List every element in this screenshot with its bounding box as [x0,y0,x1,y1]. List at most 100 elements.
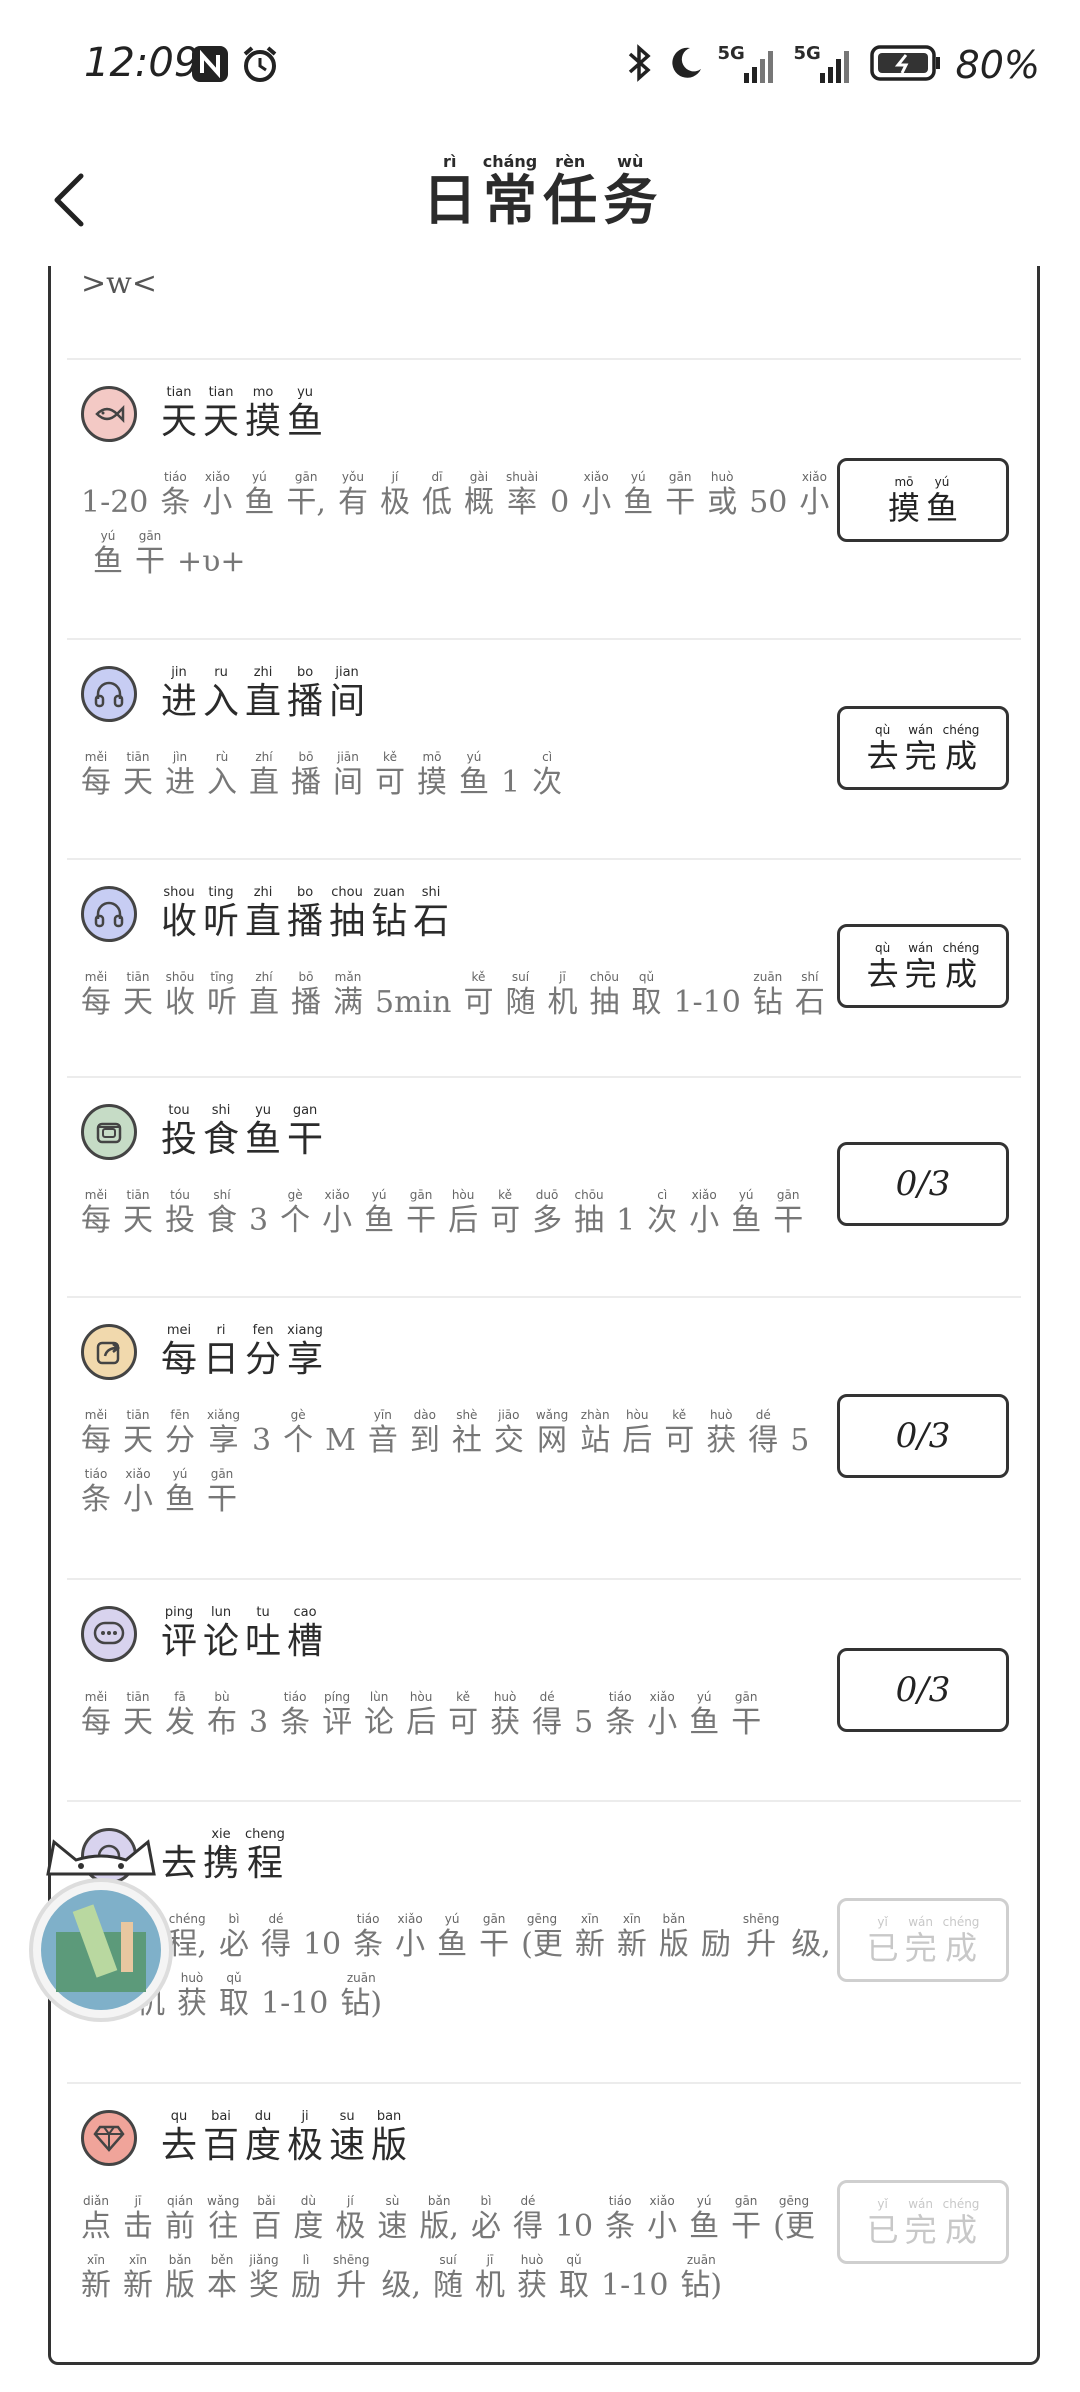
hanzi: 后 [406,1705,437,1740]
pinyin: xie [211,1827,231,1842]
hanzi: 天 [123,765,153,800]
hanzi: 小 [647,1705,678,1740]
completed-button[interactable]: yǐ 已 wán 完 chéng 成 [837,2180,1009,2264]
divider [67,1578,1021,1580]
task-name: tian 天 tian 天 mo 摸 yu 鱼 [161,384,323,442]
task-desc-char: dào 到 [410,1406,440,1457]
hanzi: 站 [580,1423,611,1458]
pinyin: kě [672,1408,687,1422]
task-desc-char: běn 本 [207,2251,237,2302]
hanzi: 必 [218,1927,249,1962]
task-desc-char: mō 摸 [417,748,447,799]
hanzi: 小 [581,485,612,520]
pinyin: yú [630,470,646,484]
task-desc-char: bì 必 [219,1910,249,1961]
pinyin: duō [535,1188,559,1202]
pinyin: běn [210,2253,234,2267]
fish-icon [81,385,137,442]
task-name-char: bai 百 [203,2108,239,2166]
hanzi: 往 [208,2209,239,2244]
pinyin: wǎng [207,2194,240,2208]
task-desc-char: gān 干 [665,468,695,519]
task-name-char: tian 天 [203,384,239,442]
hanzi: 完 [904,2211,937,2250]
pinyin: qǔ [566,2253,582,2267]
task-desc-char: dé 得 [513,2192,543,2243]
task-desc-char: tiáo 条 [160,468,190,519]
hanzi: 鱼 [689,1705,720,1740]
hanzi: 评 [322,1705,353,1740]
task-desc-char: huò 或 [707,468,737,519]
task-desc-char: shè 社 [452,1406,482,1457]
task-row: qu 去 bai 百 du 度 ji 极 su 速 ban 版 diǎn 点 jī 击 qián 前 wǎng 往 bǎ… [51,2108,1037,2348]
pinyin: yú [172,1467,188,1481]
pinyin: bù [214,1690,230,1704]
task-name-char: mo 摸 [245,384,281,442]
signal-2-icon: 5G [794,43,856,87]
task-desc-char: hòu 后 [406,1688,436,1739]
task-desc-char: xīn 新 [575,1910,605,1961]
pinyin: jin [171,665,187,680]
button-char: yǐ 已 [867,1913,899,1966]
pinyin: gān [210,1467,234,1481]
pinyin: xiǎo [397,1912,423,1926]
task-name-char: zhi 直 [245,884,281,942]
hanzi: 率 [507,485,538,520]
task-description: diǎn 点 jī 击 qián 前 wǎng 往 bǎi 百 dù 度 jí 极 sù 速 bǎn 版, bì 必 d… [81,2192,841,2302]
pinyin: xiǎo [583,470,609,484]
hanzi: 满 [333,985,363,1020]
task-desc-char: xīn 新 [617,1910,647,1961]
hanzi: 携 [203,1843,240,1884]
pinyin: jī [559,970,566,984]
hanzi: 吐 [245,1621,282,1662]
hanzi: 天 [123,1705,153,1740]
pinyin: gè [287,1188,303,1202]
pinyin: hòu [625,1408,649,1422]
action-button[interactable]: qù 去 wán 完 chéng 成 [837,706,1009,790]
signal-1-icon: 5G [718,43,780,87]
pinyin: dé [539,1690,555,1704]
task-desc-char: jiāo 交 [494,1406,524,1457]
task-desc-char: gān 干 [135,527,165,578]
pinyin: wǎng [535,1408,569,1422]
hanzi: 后 [448,1203,479,1238]
action-button[interactable]: mō 摸 yú 鱼 [837,458,1009,542]
pinyin: huò [709,1408,733,1422]
task-name-char: cheng 程 [245,1826,285,1884]
hanzi: 3 [249,1705,269,1740]
battery-percent: 80% [955,43,1040,87]
button-char: wán 完 [905,721,937,774]
task-name: shou 收 ting 听 zhi 直 bo 播 chou 抽 zuan 钻 shi 石 [161,884,449,942]
pinyin: zhi [253,665,273,680]
hanzi: 每 [81,1423,111,1458]
hanzi: 速 [329,2125,366,2166]
pinyin: gān [734,2194,758,2208]
hanzi: 播 [287,681,324,722]
task-desc-char: diǎn 点 [81,2192,111,2243]
task-list-card: >w< tian 天 tian 天 mo 摸 yu 鱼 1-20 tiáo 条 xiǎo 小 yú 鱼 gān… [48,266,1040,2365]
pinyin: tou [168,1103,190,1118]
progress-counter-button[interactable]: 0/3 [837,1648,1009,1732]
pinyin: shí [801,970,819,984]
hanzi: 版 [371,2125,408,2166]
task-row: ping 评 lun 论 tu 吐 cao 槽 měi 每 tiān 天 fā 发 bù 布 3 tiáo 条 pín… [51,1604,1037,1844]
divider [67,858,1021,860]
task-desc-char: bù 布 [207,1688,237,1739]
hanzi: 天 [161,401,198,442]
floating-avatar-widget[interactable] [26,1832,176,2022]
task-name-char: shou 收 [161,884,197,942]
pinyin: xiǎo [204,470,230,484]
task-desc-char: lì 励 [291,2251,321,2302]
pinyin: kě [383,750,397,764]
progress-counter-button[interactable]: 0/3 [837,1394,1009,1478]
hanzi: (更 [521,1927,563,1962]
progress-counter-button[interactable]: 0/3 [837,1142,1009,1226]
completed-button[interactable]: yǐ 已 wán 完 chéng 成 [837,1898,1009,1982]
task-desc-char: bō 播 [291,968,321,1019]
action-button[interactable]: qù 去 wán 完 chéng 成 [837,924,1009,1008]
pinyin: qián [167,2194,193,2208]
task-desc-char: dé 得 [261,1910,291,1961]
task-desc-char: tiān 天 [123,1406,153,1457]
task-desc-char: měi 每 [81,1688,111,1739]
hanzi: 版, [419,2209,459,2244]
